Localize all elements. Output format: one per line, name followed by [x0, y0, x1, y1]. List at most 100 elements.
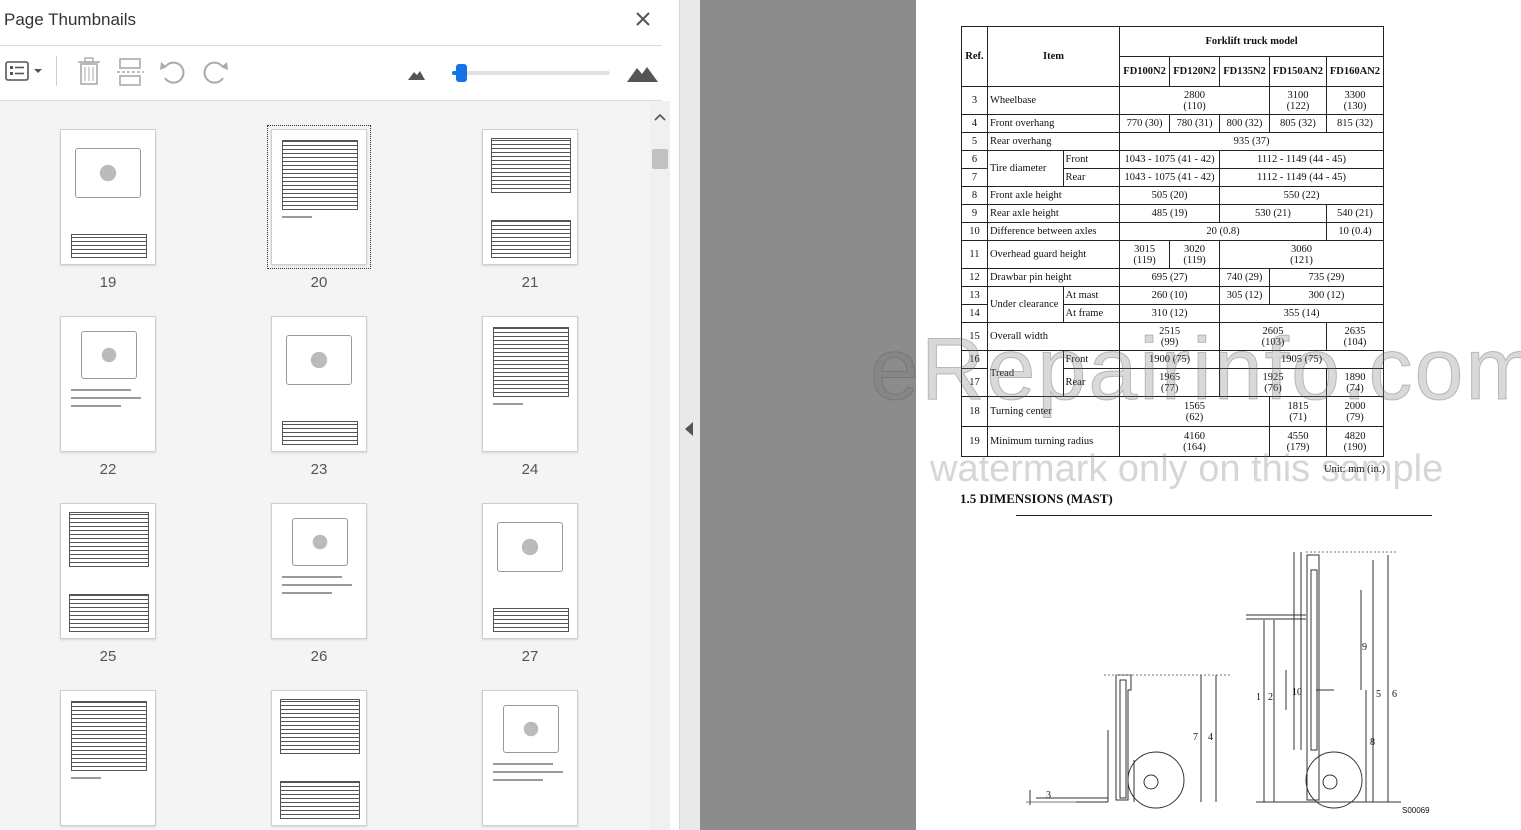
thumbnail-content [493, 327, 569, 397]
options-menu-button[interactable] [2, 56, 46, 88]
page-thumbnail[interactable] [271, 503, 367, 639]
thumbnail-content [493, 779, 543, 781]
page-thumbnail[interactable] [482, 690, 578, 826]
value-cell: 4550 (179) [1268, 426, 1327, 457]
page-thumbnail[interactable] [60, 129, 156, 265]
item-cell: Front axle height [986, 186, 1121, 205]
page-thumbnail[interactable] [482, 129, 578, 265]
header-model: FD120N2 [1169, 56, 1221, 87]
value-cell: 1925 (76) [1219, 368, 1327, 397]
rotate-right-icon [203, 61, 228, 84]
dimension-label: 2 [1268, 692, 1273, 703]
value-cell: 3100 (122) [1268, 86, 1327, 115]
page-thumbnail[interactable] [482, 503, 578, 639]
dimension-label: 7 [1193, 732, 1198, 743]
zoom-in-thumbnails-button[interactable] [624, 56, 660, 88]
thumbnail-content [71, 701, 147, 771]
value-cell: 1565 (62) [1119, 396, 1270, 427]
sub-item-cell: At mast [1062, 286, 1121, 305]
ref-cell: 6 [961, 150, 988, 169]
thumbnail-content [493, 608, 569, 632]
thumbnail-scrollbar[interactable] [650, 101, 670, 830]
value-cell: 770 (30) [1119, 114, 1171, 133]
delete-pages-button[interactable] [72, 56, 106, 88]
page-thumbnails-panel: Page Thumbnails 19 20 21 22 23 24 25 26 … [0, 0, 680, 830]
page-thumbnail[interactable] [60, 316, 156, 452]
dimension-label: 3 [1046, 790, 1051, 801]
slider-handle[interactable] [456, 64, 468, 82]
page-thumbnail[interactable] [60, 503, 156, 639]
header-ref: Ref. [961, 26, 988, 87]
page-thumbnail[interactable] [271, 316, 367, 452]
ref-cell: 16 [961, 350, 988, 369]
ref-cell: 9 [961, 204, 988, 223]
rotate-counterclockwise-button[interactable] [156, 56, 190, 88]
value-cell: 1905 (75) [1219, 350, 1384, 369]
close-icon [636, 12, 650, 26]
section-heading: 1.5 DIMENSIONS (MAST) [960, 491, 1113, 506]
scrollbar-thumb[interactable] [652, 149, 668, 169]
mast-dimensions-drawing: 3 7 4 1 2 10 9 5 6 8 [1026, 551, 1401, 809]
document-page: Ref. Item Forklift truck model FD100N2 F… [916, 0, 1521, 830]
close-panel-button[interactable] [630, 6, 656, 32]
thumbnail-content [282, 576, 342, 578]
panel-title: Page Thumbnails [4, 10, 136, 29]
value-cell: 1112 - 1149 (44 - 45) [1219, 150, 1384, 169]
dimension-label: 6 [1392, 689, 1397, 700]
value-cell: 805 (32) [1268, 114, 1327, 133]
header-model: FD135N2 [1219, 56, 1270, 87]
thumbnail-content [282, 216, 312, 218]
sub-item-cell: At frame [1062, 304, 1121, 323]
ref-cell: 18 [961, 396, 988, 427]
thumbnail-content [280, 699, 360, 754]
ref-cell: 17 [961, 368, 988, 397]
page-thumbnail[interactable] [482, 316, 578, 452]
value-cell: 530 (21) [1219, 204, 1327, 223]
ref-cell: 4 [961, 114, 988, 133]
thumbnail-content [286, 335, 352, 385]
value-cell: 2515 (99) [1119, 322, 1221, 351]
rotate-left-icon [160, 61, 185, 84]
item-cell: Overall width [986, 322, 1121, 351]
dimension-label: 4 [1208, 732, 1213, 743]
thumbnail-content [282, 140, 358, 210]
page-thumbnail[interactable] [60, 690, 156, 826]
rotate-clockwise-button[interactable] [198, 56, 232, 88]
thumbnail-content [75, 148, 141, 198]
thumbnail-content [493, 403, 523, 405]
thumbnail-content [493, 771, 563, 773]
item-cell: Overhead guard height [986, 240, 1121, 269]
thumbnail-content [493, 763, 553, 765]
thumbnail-page-number: 19 [99, 274, 117, 291]
value-cell: 3020 (119) [1169, 240, 1221, 269]
section-rule [1016, 515, 1432, 516]
thumbnail-page-number: 20 [310, 274, 328, 291]
ref-cell: 13 [961, 286, 988, 305]
unit-note: Unit: mm (in.) [1324, 464, 1385, 475]
zoom-out-thumbnails-button[interactable] [402, 56, 430, 88]
value-cell: 260 (10) [1119, 286, 1221, 305]
thumbnail-page-number: 26 [310, 648, 328, 665]
trash-icon [78, 57, 100, 85]
page-thumbnail[interactable] [267, 125, 371, 269]
thumbnail-size-slider[interactable] [452, 64, 612, 82]
thumbnail-content [69, 594, 149, 632]
scroll-up-button[interactable] [650, 107, 670, 127]
collapse-panel-handle[interactable] [680, 0, 700, 830]
value-cell: 780 (31) [1169, 114, 1221, 133]
thumbnail-content [71, 405, 121, 407]
thumbnail-content [69, 512, 149, 567]
extract-pages-button[interactable] [114, 56, 148, 88]
item-cell: Tread [986, 350, 1064, 397]
item-cell: Under clearance [986, 286, 1064, 323]
value-cell: 540 (21) [1325, 204, 1385, 223]
thumbnail-content [282, 592, 332, 594]
value-cell: 2000 (79) [1325, 396, 1385, 427]
value-cell: 505 (20) [1119, 186, 1221, 205]
page-thumbnail[interactable] [271, 690, 367, 826]
value-cell: 3015 (119) [1119, 240, 1171, 269]
thumbnail-page-number: 24 [521, 461, 539, 478]
thumbnail-content [282, 421, 358, 445]
value-cell: 355 (14) [1219, 304, 1384, 323]
ref-cell: 14 [961, 304, 988, 323]
